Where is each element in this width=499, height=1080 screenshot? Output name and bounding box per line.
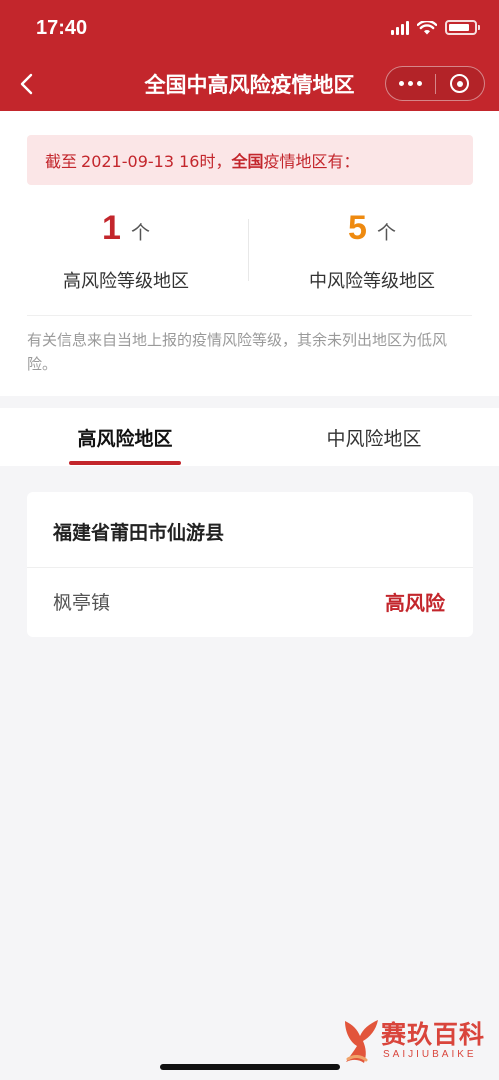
- summary-divider: [27, 315, 472, 316]
- wifi-icon: [417, 20, 437, 34]
- region-name: 福建省莆田市仙游县: [53, 522, 225, 544]
- app-header: 17:40 全国中高风险疫情地区: [0, 0, 499, 111]
- tab-medium-risk[interactable]: 中风险地区: [249, 408, 499, 466]
- update-notice: 截至 2021-09-13 16时， 全国 疫情地区有：: [27, 135, 473, 185]
- medium-risk-count-unit: 个: [376, 222, 396, 244]
- cellular-signal-icon: [391, 20, 409, 35]
- area-name: 枫亭镇: [53, 592, 111, 614]
- notice-suffix: 疫情地区有：: [263, 152, 360, 171]
- whale-tail-icon: [345, 1020, 378, 1063]
- close-miniprogram-icon[interactable]: [436, 67, 484, 100]
- status-bar: 17:40: [0, 0, 499, 58]
- home-indicator: [160, 1064, 340, 1070]
- battery-icon: [445, 20, 480, 35]
- medium-risk-count: 5 个 中风险等级地区: [262, 209, 482, 293]
- status-icons: [391, 20, 480, 35]
- medium-risk-count-label: 中风险等级地区: [309, 271, 435, 292]
- risk-summary-panel: 截至 2021-09-13 16时， 全国 疫情地区有： 1 个 高风险等级地区…: [0, 111, 499, 396]
- status-time: 17:40: [36, 17, 88, 39]
- more-menu-icon[interactable]: [386, 67, 435, 100]
- area-row[interactable]: 枫亭镇 高风险: [27, 568, 473, 637]
- watermark-text: 赛玖百科: [381, 1020, 486, 1049]
- miniprogram-capsule: [385, 66, 485, 101]
- watermark-subtext: SAIJIUBAIKE: [383, 1049, 477, 1060]
- notice-prefix: 截至: [45, 152, 78, 171]
- high-risk-count-number: 1: [102, 209, 121, 247]
- high-risk-count-unit: 个: [130, 222, 150, 244]
- area-risk-level: 高风险: [385, 591, 445, 615]
- tab-high-risk[interactable]: 高风险地区: [0, 408, 250, 466]
- battery-level: [449, 24, 469, 31]
- count-divider: [248, 219, 249, 281]
- nav-bar: 全国中高风险疫情地区: [0, 58, 499, 111]
- medium-risk-count-number: 5: [348, 209, 367, 247]
- region-card: 福建省莆田市仙游县 枫亭镇 高风险: [27, 492, 473, 637]
- risk-level-tabs: 高风险地区 中风险地区: [0, 408, 499, 466]
- high-risk-count: 1 个 高风险等级地区: [16, 209, 236, 293]
- high-risk-count-label: 高风险等级地区: [63, 271, 189, 292]
- notice-date-time: 2021-09-13 16时，: [81, 152, 232, 171]
- disclaimer-text: 有关信息来自当地上报的疫情风险等级，其余未列出地区为低风险。: [27, 331, 448, 373]
- notice-scope: 全国: [231, 152, 264, 171]
- active-tab-indicator: [69, 461, 181, 465]
- watermark-logo: 赛玖百科 SAIJIUBAIKE: [339, 1013, 491, 1069]
